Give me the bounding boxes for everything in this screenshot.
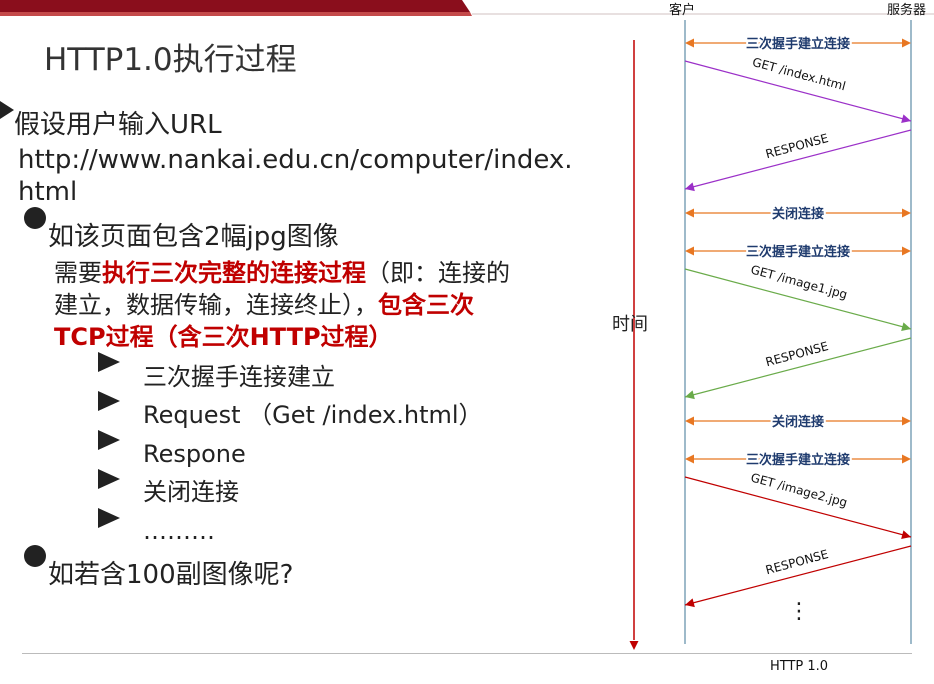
response-label: RESPONSE (764, 131, 830, 161)
request-label: GET /image1.jpg (749, 263, 849, 302)
timing-diagram: 客户 服务器时间三次握手建立连接GET /index.htmlRESPONSE关闭… (612, 2, 926, 650)
response-label: RESPONSE (764, 339, 830, 369)
time-label: 时间 (612, 314, 648, 335)
time-axis-arrow-icon (629, 641, 639, 650)
response-label: RESPONSE (764, 547, 830, 577)
handshake-arrow-label: 三次握手建立连接 (746, 36, 850, 52)
close-arrow-right-head (902, 416, 911, 426)
handshake-arrow-left-head (685, 246, 694, 256)
response-arrow-head (685, 598, 695, 608)
request-arrow-head (901, 530, 911, 540)
request-arrow-head (901, 322, 911, 332)
server-label: 服务器 (887, 2, 926, 18)
handshake-arrow-right-head (902, 246, 911, 256)
handshake-arrow-right-head (902, 454, 911, 464)
close-arrow-label: 关闭连接 (772, 414, 824, 430)
close-arrow-left-head (685, 416, 694, 426)
handshake-arrow-label: 三次握手建立连接 (746, 244, 850, 260)
request-label: GET /image2.jpg (749, 471, 849, 510)
handshake-arrow-left-head (685, 38, 694, 48)
handshake-arrow-right-head (902, 38, 911, 48)
response-arrow-head (685, 390, 695, 400)
handshake-arrow-left-head (685, 454, 694, 464)
close-arrow-right-head (902, 208, 911, 218)
close-arrow-label: 关闭连接 (772, 206, 824, 222)
client-label: 客户 (669, 2, 695, 18)
close-arrow-left-head (685, 208, 694, 218)
footer-divider (22, 653, 912, 654)
request-label: GET /index.html (751, 55, 847, 93)
vertical-ellipsis: ⋮ (788, 599, 810, 624)
handshake-arrow-label: 三次握手建立连接 (746, 452, 850, 468)
response-arrow-head (685, 182, 695, 192)
request-arrow-head (901, 114, 911, 124)
diagram-caption: HTTP 1.0 (770, 659, 829, 674)
